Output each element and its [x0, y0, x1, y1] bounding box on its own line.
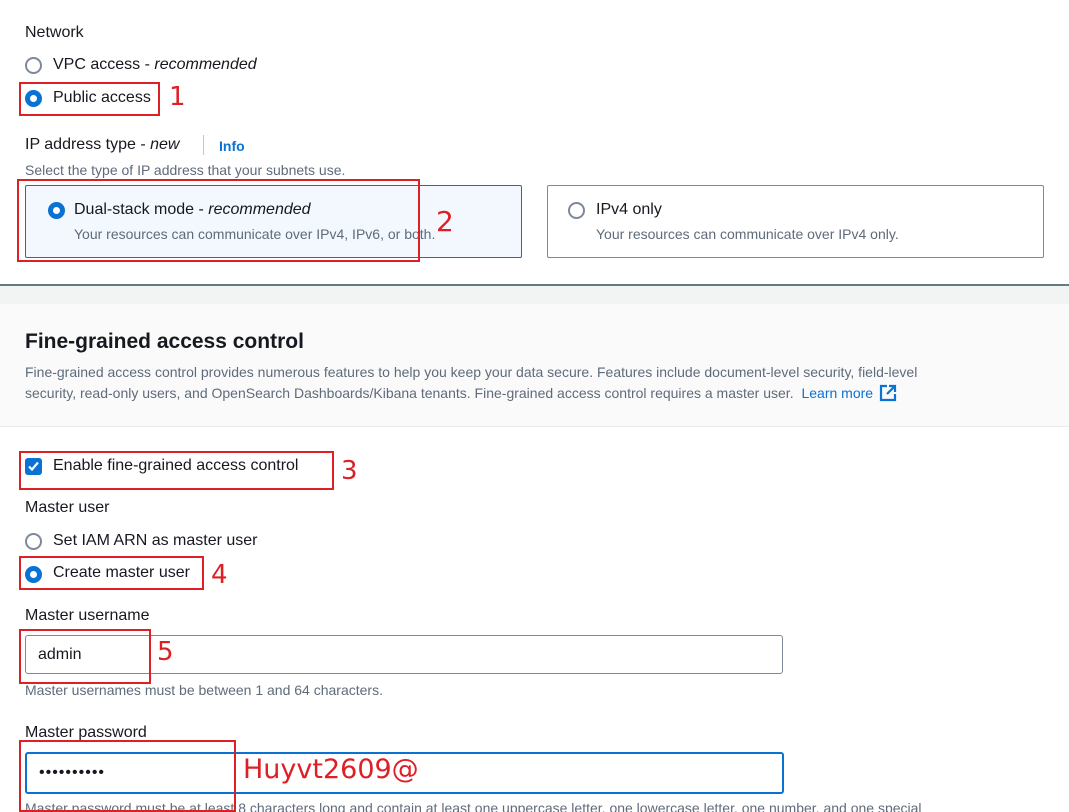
create-master-user-radio-icon[interactable] — [25, 566, 42, 583]
ipv4-only-radio-icon[interactable] — [568, 202, 585, 219]
master-username-hint: Master usernames must be between 1 and 6… — [25, 682, 383, 698]
dual-stack-radio-icon[interactable] — [48, 202, 65, 219]
create-master-user-label: Create master user — [53, 564, 190, 581]
ip-address-type-new: new — [150, 136, 180, 153]
fgac-description-line1: Fine-grained access control provides num… — [25, 364, 918, 380]
info-link[interactable]: Info — [219, 138, 245, 154]
master-username-label: Master username — [25, 607, 150, 624]
vpc-access-radio-icon[interactable] — [25, 57, 42, 74]
ip-address-type-label: IP address type - — [25, 136, 151, 153]
network-heading: Network — [25, 24, 84, 41]
fgac-header-panel: Fine-grained access control Fine-grained… — [0, 304, 1069, 427]
annotation-number-2: 2 — [436, 205, 454, 238]
master-password-hint: Master password must be at least 8 chara… — [25, 800, 922, 812]
vpc-access-label: VPC access - — [53, 56, 155, 73]
public-access-radio-icon[interactable] — [25, 90, 42, 107]
vpc-access-recommended: recommended — [154, 56, 257, 73]
master-username-input[interactable]: admin — [25, 635, 783, 674]
annotation-number-5: 5 — [157, 637, 174, 667]
info-separator — [203, 135, 204, 155]
fgac-description-line2: security, read-only users, and OpenSearc… — [25, 385, 794, 401]
dual-stack-description: Your resources can communicate over IPv4… — [74, 226, 436, 242]
section-gap — [0, 286, 1069, 304]
dual-stack-title: Dual-stack mode - — [74, 201, 209, 218]
public-access-label: Public access — [53, 89, 151, 106]
annotation-password-note: Huyvt2609@ — [243, 754, 419, 785]
master-password-label: Master password — [25, 724, 147, 741]
master-user-heading: Master user — [25, 499, 110, 516]
master-password-value: •••••••••• — [39, 764, 106, 781]
external-link-icon — [879, 384, 897, 402]
learn-more-label: Learn more — [801, 385, 874, 401]
dual-stack-recommended: recommended — [208, 201, 311, 218]
set-iam-arn-label: Set IAM ARN as master user — [53, 532, 258, 549]
annotation-number-1: 1 — [169, 82, 186, 112]
ipv4-only-title: IPv4 only — [596, 201, 662, 218]
set-iam-arn-radio-icon[interactable] — [25, 533, 42, 550]
enable-fgac-label: Enable fine-grained access control — [53, 457, 299, 474]
ip-address-type-description: Select the type of IP address that your … — [25, 162, 346, 178]
master-username-value: admin — [38, 645, 82, 663]
checkbox-checked-icon[interactable] — [25, 458, 42, 475]
fgac-heading: Fine-grained access control — [25, 330, 304, 353]
ipv4-only-description: Your resources can communicate over IPv4… — [596, 226, 899, 242]
ipv4-only-option-card[interactable]: IPv4 only Your resources can communicate… — [547, 185, 1044, 258]
annotation-number-4: 4 — [211, 560, 228, 590]
annotation-number-3: 3 — [341, 456, 358, 486]
learn-more-link[interactable]: Learn more — [801, 384, 897, 402]
